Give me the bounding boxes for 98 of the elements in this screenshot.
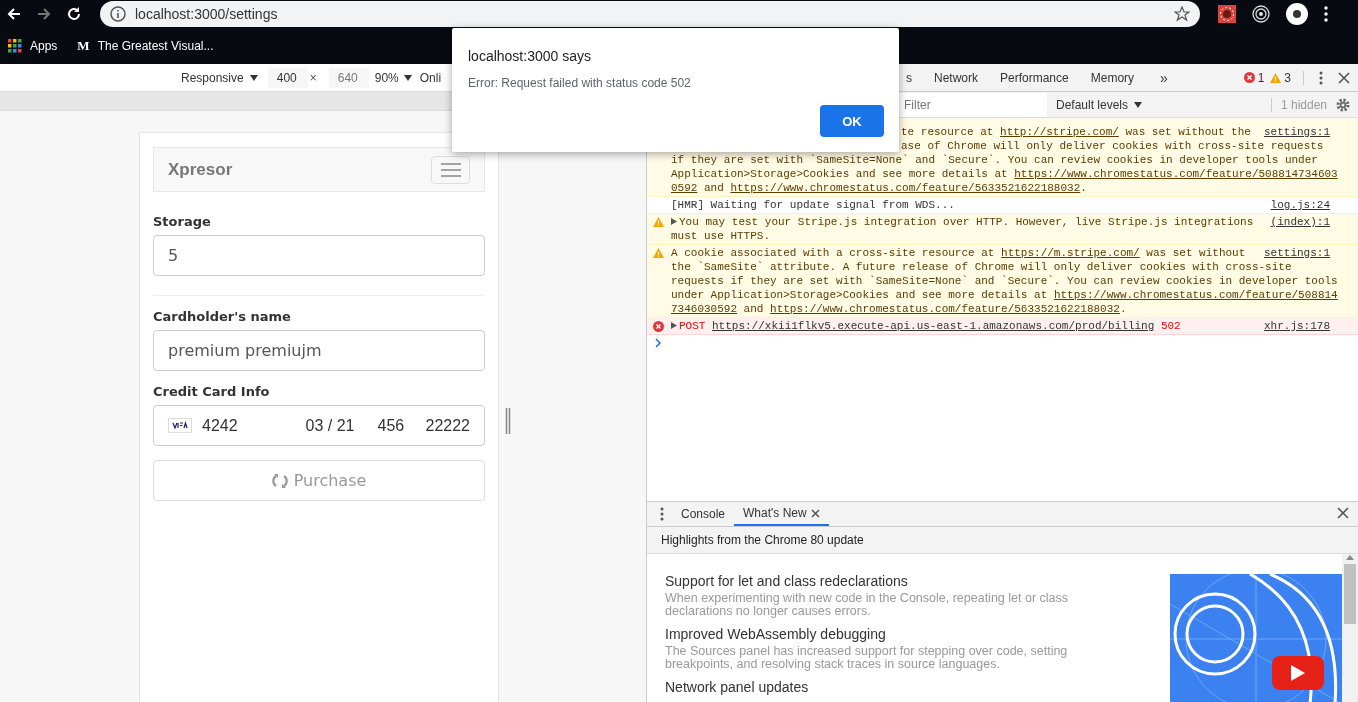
scrollbar[interactable] <box>1342 554 1358 702</box>
extension-icon[interactable] <box>1218 5 1236 23</box>
card-zip: 22222 <box>425 416 470 435</box>
zoom-dropdown[interactable]: 90% <box>374 70 412 85</box>
expand-icon[interactable] <box>671 322 677 329</box>
menu-icon[interactable] <box>1324 6 1328 22</box>
reload-icon[interactable] <box>66 6 82 22</box>
console-message-line: ase of Chrome will only deliver cookies with cross-site requests <box>901 139 1324 153</box>
address-bar[interactable]: localhost:3000/settings <box>100 1 1200 27</box>
expand-icon[interactable] <box>671 218 677 225</box>
width-field[interactable]: 400 <box>267 67 308 88</box>
link[interactable]: 0592 <box>671 182 698 194</box>
console-message-line: 7346030592 and https://www.chromestatus.com/feature/5633521622188032. <box>671 302 1127 316</box>
text-field[interactable]: 5 <box>153 235 485 276</box>
devtools-tab[interactable]: s <box>895 64 923 91</box>
hidden-count: 1 hidden <box>1270 97 1327 112</box>
visa-card-icon <box>168 418 192 433</box>
warning-count[interactable]: 3 <box>1270 70 1291 85</box>
throttle-dropdown[interactable]: Onli <box>419 70 442 85</box>
star-icon[interactable] <box>1174 6 1190 22</box>
link[interactable]: https://www.chromestatus.com/feature/5633521622188032 <box>730 182 1081 194</box>
console-message-line: You may test your Stripe.js integration over HTTP. However, live Stripe.js integrations <box>671 215 1254 229</box>
warning-icon <box>1270 72 1282 83</box>
close-icon[interactable] <box>1338 71 1350 84</box>
console-message-line: Application>Storage>Cookies and see more details at https://www.chromestatus.com/feature/508814734603 <box>671 167 1338 181</box>
card-expiry: 03 / 21 <box>305 416 356 435</box>
settings-icon[interactable] <box>1335 96 1351 113</box>
forward-icon[interactable] <box>36 6 52 22</box>
field-label: Storage <box>153 214 212 229</box>
times-sign: × <box>309 70 317 85</box>
console-message-line: POST https://xkii1flkv5.execute-api.us-east-1.amazonaws.com/prod/billing 502 <box>671 319 1181 333</box>
feature-title[interactable]: Support for let and class redeclarations <box>665 573 1170 589</box>
link[interactable]: https://www.chromestatus.com/feature/508814 <box>1053 289 1338 301</box>
resize-handle[interactable] <box>505 408 511 434</box>
drawer-heading: Highlights from the Chrome 80 update <box>661 533 864 547</box>
menu-icon <box>440 162 461 177</box>
link[interactable]: https://m.stripe.com/ <box>1001 247 1140 259</box>
console-message-line: under Application>Storage>Cookies and see more details at https://www.chromestatus.com/feature/508814 <box>671 288 1338 302</box>
console-message-line: if they are set with `SameSite=None` and `Secure`. You can review cookies in developer tools under <box>671 153 1318 167</box>
console-message-line: [HMR] Waiting for update signal from WDS... <box>671 198 955 212</box>
card-cvc: 456 <box>377 416 406 435</box>
favicon-icon: M <box>77 38 90 54</box>
source-link[interactable]: settings:1 <box>1264 246 1330 260</box>
brand-name[interactable]: Xpresor <box>168 159 233 180</box>
dialog-title: localhost:3000 says <box>468 48 592 64</box>
height-field[interactable]: 640 <box>328 67 369 88</box>
device-dropdown[interactable]: Responsive <box>181 70 258 85</box>
prompt-icon <box>655 338 662 348</box>
source-link[interactable]: log.js:24 <box>1270 198 1330 212</box>
close-icon[interactable] <box>1337 506 1349 519</box>
feature-description: When experimenting with new code in the Console, repeating let or class declarations no longer causes errors. <box>665 592 1069 618</box>
url-text: localhost:3000/settings <box>135 6 279 22</box>
target-icon[interactable] <box>1252 5 1270 23</box>
source-link[interactable]: xhr.js:178 <box>1264 319 1330 333</box>
devtools-tab[interactable]: Network <box>923 64 989 91</box>
link[interactable]: 7346030592 <box>671 303 737 315</box>
link[interactable]: https://www.chromestatus.com/feature/5633521622188032 <box>770 303 1120 315</box>
error-icon <box>1243 72 1255 83</box>
text-field[interactable]: premium premiujm <box>153 330 485 371</box>
link[interactable]: https://xkii1flkv5.execute-api.us-east-1.amazonaws.com/prod/billing <box>712 320 1155 332</box>
levels-dropdown[interactable]: Default levels <box>1056 97 1143 112</box>
avatar-icon[interactable] <box>1286 3 1308 25</box>
bookmark-link[interactable]: The Greatest Visual... <box>97 39 214 53</box>
field-label: Cardholder's name <box>153 309 292 324</box>
dialog-message: Error: Request failed with status code 502 <box>468 76 692 90</box>
error-count[interactable]: 1 <box>1243 70 1265 85</box>
info-icon <box>110 6 126 22</box>
devtools-tab[interactable]: Performance <box>989 64 1080 91</box>
console-message-line: must use HTTPS. <box>671 229 771 243</box>
refresh-icon <box>271 472 288 489</box>
back-icon[interactable] <box>6 6 22 22</box>
field-label: Credit Card Info <box>153 384 271 399</box>
console-message-line: te resource at http://stripe.com/ was set without the <box>901 125 1251 139</box>
bookmark-link[interactable]: Apps <box>30 39 58 53</box>
console-message-line: requests if they are set with `SameSite=None` and `Secure`. You can review cookies in developer tools <box>671 274 1338 288</box>
filter-field[interactable]: Filter <box>899 92 1047 117</box>
feature-title[interactable]: Improved WebAssembly debugging <box>665 626 1170 642</box>
card-number: 4242 <box>202 416 239 435</box>
source-link[interactable]: (index):1 <box>1270 215 1330 229</box>
feature-description: The Sources panel has increased support for stepping over code, setting breakpoints, and resolving stack traces in source languages. <box>665 645 1069 671</box>
ok-button[interactable]: OK <box>820 105 884 137</box>
card-field[interactable]: 4242 03 / 21 456 22222 <box>153 405 485 446</box>
more-options-icon[interactable] <box>660 507 664 521</box>
console-message-line: A cookie associated with a cross-site resource at https://m.stripe.com/ was set without <box>671 246 1246 260</box>
source-link[interactable]: settings:1 <box>1264 125 1330 139</box>
apps-grid-icon <box>8 39 22 53</box>
console-message-line: 0592 and https://www.chromestatus.com/feature/5633521622188032. <box>671 181 1087 195</box>
caret-icon <box>249 74 258 81</box>
feature-title[interactable]: Network panel updates <box>665 679 1170 695</box>
console-message-line: the `SameSite` attribute. A future release of Chrome will only deliver cookies with cross-site <box>671 260 1292 274</box>
link[interactable]: https://www.chromestatus.com/feature/508814734603 <box>1014 168 1338 180</box>
close-icon[interactable] <box>810 508 820 518</box>
caret-icon <box>403 74 412 81</box>
link[interactable]: http://stripe.com/ <box>1000 126 1119 138</box>
drawer-tab[interactable]: Console <box>672 502 735 526</box>
more-tabs-button[interactable]: » <box>1149 64 1179 91</box>
devtools-tab[interactable]: Memory <box>1079 64 1146 91</box>
caret-icon <box>1134 101 1143 108</box>
